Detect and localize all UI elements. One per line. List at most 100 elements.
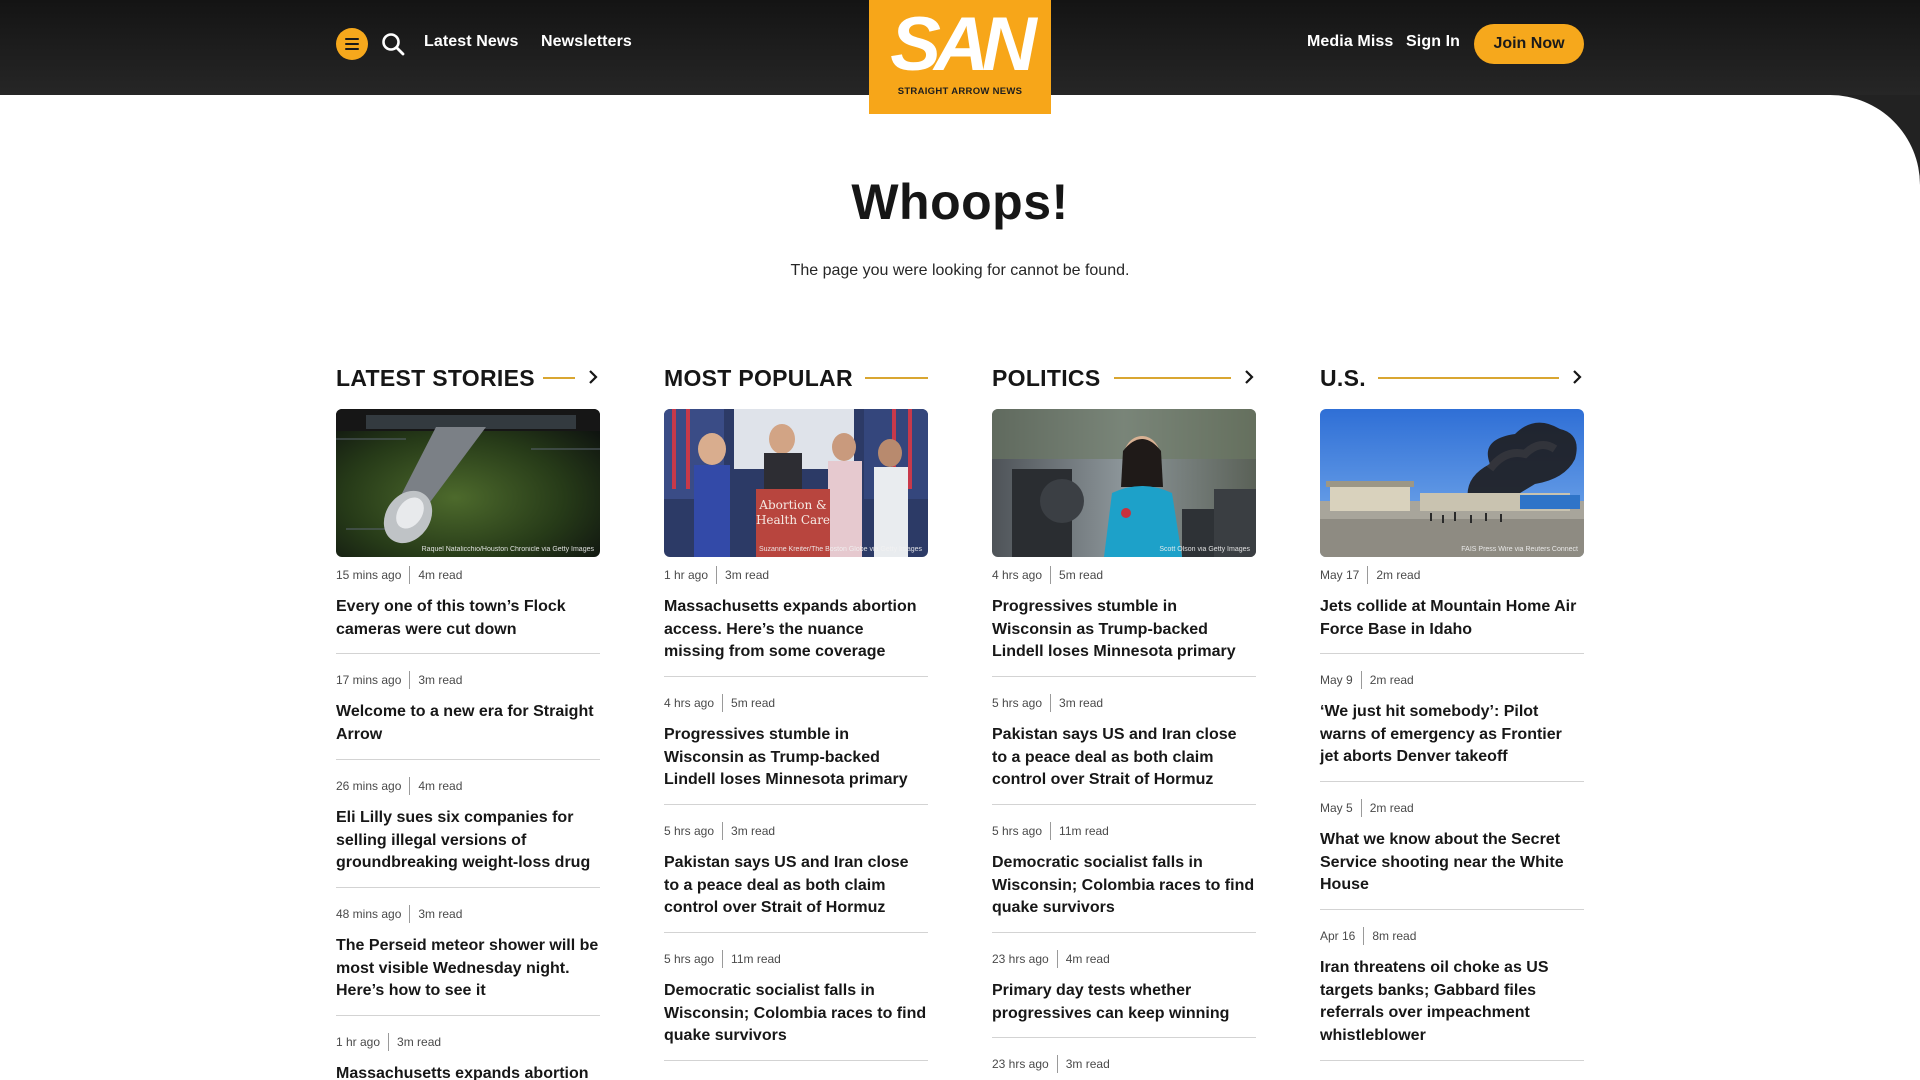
story-time: 5 hrs ago [992,824,1043,838]
story-divider [664,676,928,677]
column-header: LATEST STORIES [336,362,600,394]
nav-media-miss[interactable]: Media Miss [1307,33,1393,51]
story-item[interactable]: 5 hrs ago 11m read Democratic socialist f… [992,822,1256,920]
story-read-time: 5m read [1059,568,1104,582]
story-image-air-base-smoke[interactable]: FAIS Press Wire via Reuters Connect [1320,409,1584,557]
story-item[interactable]: 1 hr ago 3m read Massachusetts expands ab… [664,566,928,664]
story-item[interactable]: 15 mins ago 4m read Every one of this tow… [336,566,600,641]
story-headline[interactable]: Democratic socialist falls in Wisconsin;… [992,852,1256,920]
chevron-right-icon[interactable] [1242,368,1256,386]
story-headline[interactable]: Welcome to a new era for Straight Arrow [336,701,600,746]
story-read-time: 5m read [731,696,776,710]
error-message: The page you were looking for cannot be … [790,262,1130,279]
story-time: 1 hr ago [336,1035,381,1049]
story-divider [1320,781,1584,782]
story-item[interactable]: 23 hrs ago 4m read Primary day tests whet… [992,950,1256,1025]
story-divider [336,759,600,760]
story-headline[interactable]: Eli Lilly sues six companies for selling… [336,807,600,875]
story-divider [992,676,1256,677]
story-headline[interactable]: Massachusetts expands abortion access. H… [664,596,928,664]
nav-newsletters[interactable]: Newsletters [541,33,632,51]
story-headline[interactable]: Massachusetts expands abortion [336,1063,600,1080]
column-title[interactable]: LATEST STORIES [336,364,535,392]
story-headline[interactable]: Pakistan says US and Iran close to a pea… [664,852,928,920]
story-time: 1 hr ago [664,568,709,582]
story-divider [1320,1060,1584,1061]
story-read-time: 2m read [1376,568,1421,582]
search-icon[interactable] [380,31,406,57]
story-time: 5 hrs ago [664,824,715,838]
chevron-right-icon[interactable] [586,368,600,386]
story-headline[interactable]: Pakistan says US and Iran close to a pea… [992,724,1256,792]
story-headline[interactable]: What we know about the Secret Service sh… [1320,829,1584,897]
join-now-button[interactable]: Join Now [1474,24,1584,64]
story-item[interactable]: Apr 16 8m read Iran threatens oil choke a… [1320,927,1584,1047]
story-read-time: 11m read [1059,824,1109,838]
error-title: Whoops! [851,174,1069,230]
story-read-time: 3m read [418,673,463,687]
story-read-time: 3m read [1059,696,1104,710]
story-item[interactable]: 1 hr ago 3m read Massachusetts expands ab… [336,1033,600,1080]
story-divider [1320,653,1584,654]
image-credit: Suzanne Kreiter/The Boston Globe via Get… [758,546,922,553]
site-logo[interactable]: SAN STRAIGHT ARROW NEWS [869,0,1051,114]
story-time: 4 hrs ago [992,568,1043,582]
column-title: MOST POPULAR [664,365,853,391]
sign-in-link[interactable]: Sign In [1406,33,1460,51]
story-read-time: 3m read [725,568,770,582]
story-headline[interactable]: Progressives stumble in Wisconsin as Tru… [992,596,1256,664]
site-header: Latest News Newsletters SAN STRAIGHT ARR… [0,0,1920,114]
chevron-right-icon[interactable] [1570,368,1584,386]
story-read-time: 3m read [731,824,776,838]
story-divider [336,887,600,888]
image-credit: Raquel Natalicchio/Houston Chronicle via… [421,546,594,553]
column-latest-stories: LATEST STORIES Raquel Natalicchio/Housto… [336,362,600,1080]
story-image-abortion-press-conference[interactable]: Abortion & Health Care Suzanne Kreiter/T… [664,409,928,557]
story-item[interactable]: May 9 2m read ‘We just hit somebody’: Pil… [1320,671,1584,769]
story-item[interactable]: May 17 2m read Jets collide at Mountain H… [1320,566,1584,641]
story-read-time: 3m read [397,1035,442,1049]
column-title[interactable]: POLITICS [992,364,1100,392]
logo-mark: SAN [890,2,1036,87]
story-time: 17 mins ago [336,673,402,687]
story-headline[interactable]: Iran threatens oil choke as US targets b… [1320,957,1584,1047]
story-time: 26 mins ago [336,779,402,793]
story-item[interactable]: 4 hrs ago 5m read Progressives stumble in… [992,566,1256,664]
story-headline[interactable]: The Perseid meteor shower will be most v… [336,935,600,1003]
story-item[interactable]: 48 mins ago 3m read The Perseid meteor sh… [336,905,600,1003]
story-time: 23 hrs ago [992,1057,1049,1071]
story-image-politics-candidate[interactable]: Scott Olson via Getty Images [992,409,1256,557]
story-read-time: 2m read [1369,673,1414,687]
story-image-flock-camera[interactable]: Raquel Natalicchio/Houston Chronicle via… [336,409,600,557]
svg-text:Health Care: Health Care [756,513,830,527]
story-headline[interactable]: Primary day tests whether progressives c… [992,980,1256,1025]
story-headline[interactable]: Progressives stumble in Wisconsin as Tru… [664,724,928,792]
story-time: 5 hrs ago [664,952,715,966]
story-divider [664,932,928,933]
column-title[interactable]: U.S. [1320,364,1366,392]
story-headline[interactable]: Democratic socialist falls in Wisconsin;… [664,980,928,1048]
hamburger-menu-icon[interactable] [336,28,368,60]
nav-latest-news[interactable]: Latest News [424,33,518,51]
story-item[interactable]: 4 hrs ago 5m read Progressives stumble in… [664,694,928,792]
story-headline[interactable]: Every one of this town’s Flock cameras w… [336,596,600,641]
story-item[interactable]: 23 hrs ago 3m read [992,1055,1256,1073]
story-item[interactable]: 5 hrs ago 11m read Democratic socialist f… [664,950,928,1048]
story-headline[interactable]: Jets collide at Mountain Home Air Force … [1320,596,1584,641]
column-header: MOST POPULAR [664,362,928,394]
column-most-popular: MOST POPULAR Abortion & Health Care Suza [664,362,928,1061]
story-item[interactable]: 5 hrs ago 3m read Pakistan says US and Ir… [664,822,928,920]
story-time: May 5 [1320,801,1353,815]
story-time: 48 mins ago [336,907,402,921]
story-read-time: 4m read [418,779,463,793]
story-headline[interactable]: ‘We just hit somebody’: Pilot warns of e… [1320,701,1584,769]
story-item[interactable]: 26 mins ago 4m read Eli Lilly sues six co… [336,777,600,875]
story-item[interactable]: 5 hrs ago 3m read Pakistan says US and Ir… [992,694,1256,792]
image-credit: Scott Olson via Getty Images [1159,546,1250,553]
story-item[interactable]: May 5 2m read What we know about the Secr… [1320,799,1584,897]
story-divider [992,932,1256,933]
story-item[interactable]: 17 mins ago 3m read Welcome to a new era … [336,671,600,746]
column-title-rule [543,377,575,379]
story-read-time: 3m read [418,907,463,921]
story-time: May 9 [1320,673,1353,687]
